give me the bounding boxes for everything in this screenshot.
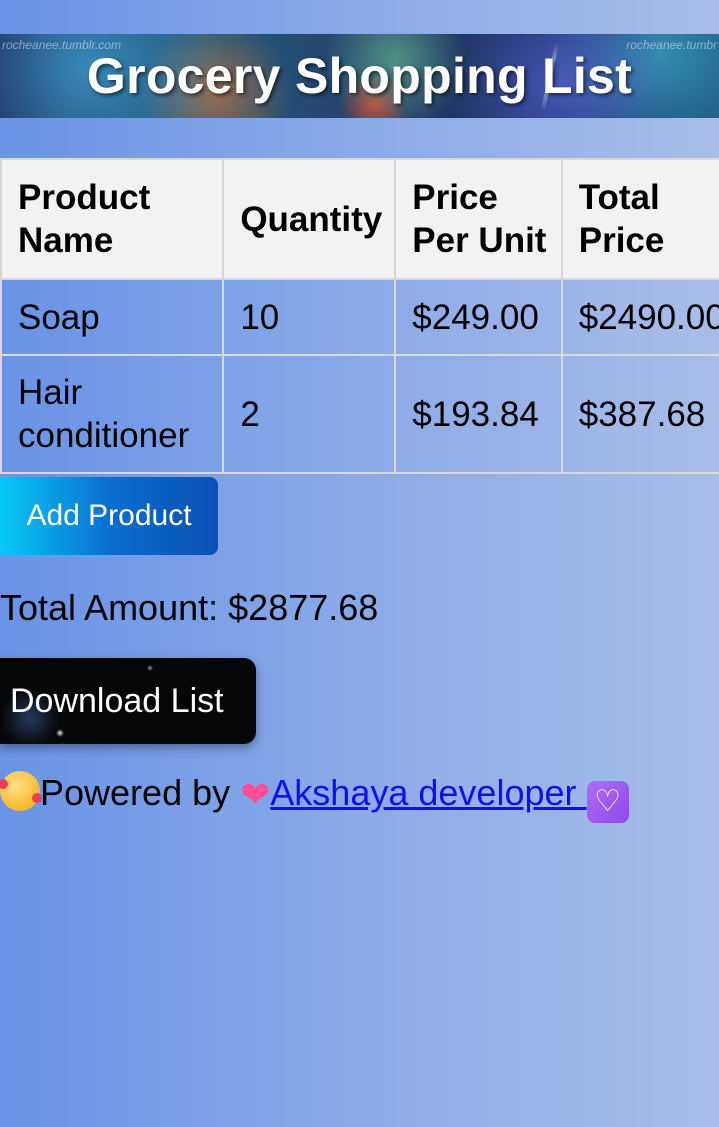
growing-heart-icon: ❤ — [240, 774, 271, 815]
page-title: Grocery Shopping List — [86, 48, 633, 104]
cell-total-price: $387.68 — [560, 354, 719, 474]
cell-total-price: $2490.00 — [560, 278, 719, 356]
cell-quantity: 10 — [222, 278, 397, 356]
table-row: Hair conditioner 2 $193.84 $387.68 — [0, 354, 719, 474]
grocery-table: Product Name Quantity Price Per Unit Tot… — [0, 158, 719, 474]
white-heart-icon: ♡ — [586, 781, 629, 823]
developer-link-text: Akshaya developer — [270, 772, 577, 813]
download-list-button[interactable]: Download List — [0, 658, 256, 744]
column-header-product-name: Product Name — [0, 158, 225, 280]
column-header-total-price: Total Price — [560, 158, 719, 280]
total-amount: Total Amount: $2877.68 — [0, 585, 378, 631]
header-banner: rocheanee.tumblr.com rocheanee.tumbr Gro… — [0, 34, 719, 118]
table-row: Soap 10 $249.00 $2490.00 — [0, 278, 719, 356]
developer-link[interactable]: ❤Akshaya developer ♡ — [240, 772, 629, 823]
total-amount-label: Total Amount: — [0, 587, 219, 628]
powered-by-label: Powered by — [40, 772, 231, 813]
column-header-price-per-unit: Price Per Unit — [394, 158, 563, 280]
cell-quantity: 2 — [222, 354, 397, 474]
cell-product-name: Soap — [0, 278, 225, 356]
total-amount-value: $2877.68 — [228, 587, 379, 628]
cell-price-per-unit: $249.00 — [394, 278, 563, 356]
footer-credit: Powered by ❤Akshaya developer ♡ — [0, 770, 629, 823]
add-product-button[interactable]: Add Product — [0, 477, 218, 555]
column-header-quantity: Quantity — [222, 158, 397, 280]
cell-price-per-unit: $193.84 — [394, 354, 563, 474]
smiling-face-with-hearts-icon — [0, 771, 42, 811]
cell-product-name: Hair conditioner — [0, 354, 225, 474]
table-header-row: Product Name Quantity Price Per Unit Tot… — [0, 158, 719, 280]
